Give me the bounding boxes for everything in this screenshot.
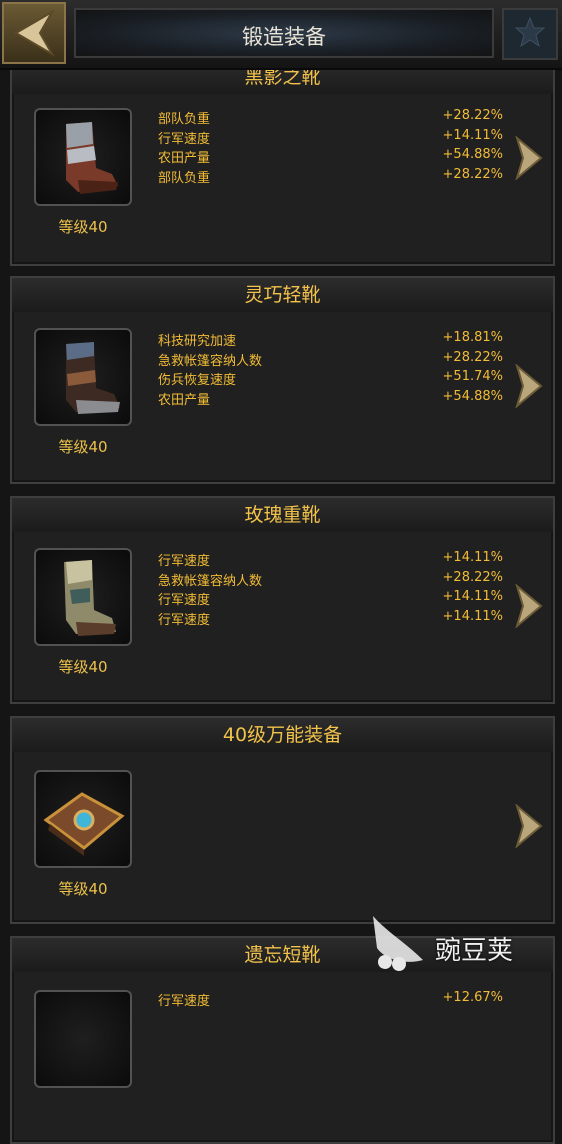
level-label: 等级40 [58, 218, 108, 236]
stat-row: 行军速度 +14.11% [158, 550, 503, 570]
equipment-card[interactable]: 40级万能装备 等级40 [10, 716, 555, 924]
stat-name: 行军速度 [158, 612, 211, 628]
watermark-text: 豌豆荚 [435, 936, 514, 966]
stat-row: 急救帐篷容纳人数 +28.22% [158, 350, 503, 370]
stat-name: 农田产量 [158, 151, 211, 166]
stat-value: +51.74% [442, 369, 503, 384]
stat-row: 伤兵恢复速度 +51.74% [158, 369, 503, 389]
arrow-left-icon [14, 9, 55, 57]
stat-row: 行军速度 +14.11% [158, 609, 503, 629]
stat-name: 急救帐篷容纳人数 [158, 573, 263, 589]
stat-name: 行军速度 [158, 554, 211, 569]
stat-row: 科技研究加速 +18.81% [158, 330, 503, 350]
page-title: 锻造装备 [242, 25, 326, 49]
stat-row: 部队负重 +28.22% [158, 167, 503, 187]
card-title: 灵巧轻靴 [12, 278, 553, 312]
stat-name: 行军速度 [158, 994, 211, 1009]
stat-name: 部队负重 [158, 170, 211, 186]
stat-row: 行军速度 +14.11% [158, 589, 503, 609]
stat-value: +28.22% [442, 108, 503, 123]
level-label: 等级40 [58, 658, 108, 676]
stat-value: +54.88% [442, 147, 503, 162]
level-label: 等级40 [58, 438, 108, 456]
boot-icon [34, 990, 132, 1088]
stat-name: 科技研究加速 [158, 334, 237, 349]
boot-icon [34, 548, 132, 646]
pea-pod-icon [373, 916, 423, 971]
stat-value: +14.11% [442, 589, 503, 604]
equipment-card[interactable]: 玫瑰重靴 等级40 行军速度 +14.11% 急救帐篷容纳人数 +28.22% 行军… [10, 496, 555, 704]
stats-list: 行军速度 +12.67% [158, 990, 503, 1010]
stat-row: 农田产量 +54.88% [158, 147, 503, 167]
card-title: 玫瑰重靴 [12, 498, 553, 532]
emblem-icon [502, 8, 558, 60]
stat-value: +54.88% [442, 388, 503, 404]
watermark: 豌豆荚 [365, 912, 535, 982]
spellbook-icon [34, 770, 132, 868]
chevron-right-icon[interactable] [513, 136, 545, 180]
equipment-card[interactable]: 黑影之靴 等级40 部队负重 +28.22% 行军速度 +14.11% 农田产量 +5… [10, 58, 555, 266]
top-bar: 锻造装备 [0, 0, 562, 70]
stat-name: 伤兵恢复速度 [158, 373, 237, 388]
stat-value: +14.11% [442, 127, 503, 143]
stat-value: +14.11% [442, 608, 503, 624]
title-bar: 锻造装备 [74, 8, 494, 58]
stat-value: +28.22% [442, 569, 503, 585]
stat-name: 部队负重 [158, 112, 211, 127]
chevron-right-icon[interactable] [513, 584, 545, 628]
stat-row: 急救帐篷容纳人数 +28.22% [158, 570, 503, 590]
stat-value: +28.22% [442, 166, 503, 182]
stat-name: 农田产量 [158, 392, 211, 408]
stats-list: 科技研究加速 +18.81% 急救帐篷容纳人数 +28.22% 伤兵恢复速度 +51.… [158, 330, 503, 408]
equipment-card[interactable]: 灵巧轻靴 等级40 科技研究加速 +18.81% 急救帐篷容纳人数 +28.22% … [10, 276, 555, 484]
stat-row: 行军速度 +12.67% [158, 990, 503, 1010]
chevron-right-icon[interactable] [513, 364, 545, 408]
stat-name: 急救帐篷容纳人数 [158, 353, 263, 369]
stat-value: +14.11% [442, 550, 503, 565]
boot-icon [34, 108, 132, 206]
stats-list: 行军速度 +14.11% 急救帐篷容纳人数 +28.22% 行军速度 +14.11% … [158, 550, 503, 628]
back-button[interactable] [2, 2, 66, 64]
level-label: 等级40 [58, 880, 108, 898]
stat-value: +12.67% [442, 990, 503, 1005]
stat-name: 行军速度 [158, 593, 211, 608]
stat-row: 农田产量 +54.88% [158, 389, 503, 409]
stat-row: 部队负重 +28.22% [158, 108, 503, 128]
stats-list: 部队负重 +28.22% 行军速度 +14.11% 农田产量 +54.88% 部队负重… [158, 108, 503, 186]
stat-value: +28.22% [442, 349, 503, 365]
stat-row: 行军速度 +14.11% [158, 128, 503, 148]
chevron-right-icon[interactable] [513, 804, 545, 848]
stat-value: +18.81% [442, 330, 503, 345]
boot-icon [34, 328, 132, 426]
stat-name: 行军速度 [158, 131, 211, 147]
card-title: 40级万能装备 [12, 718, 553, 752]
